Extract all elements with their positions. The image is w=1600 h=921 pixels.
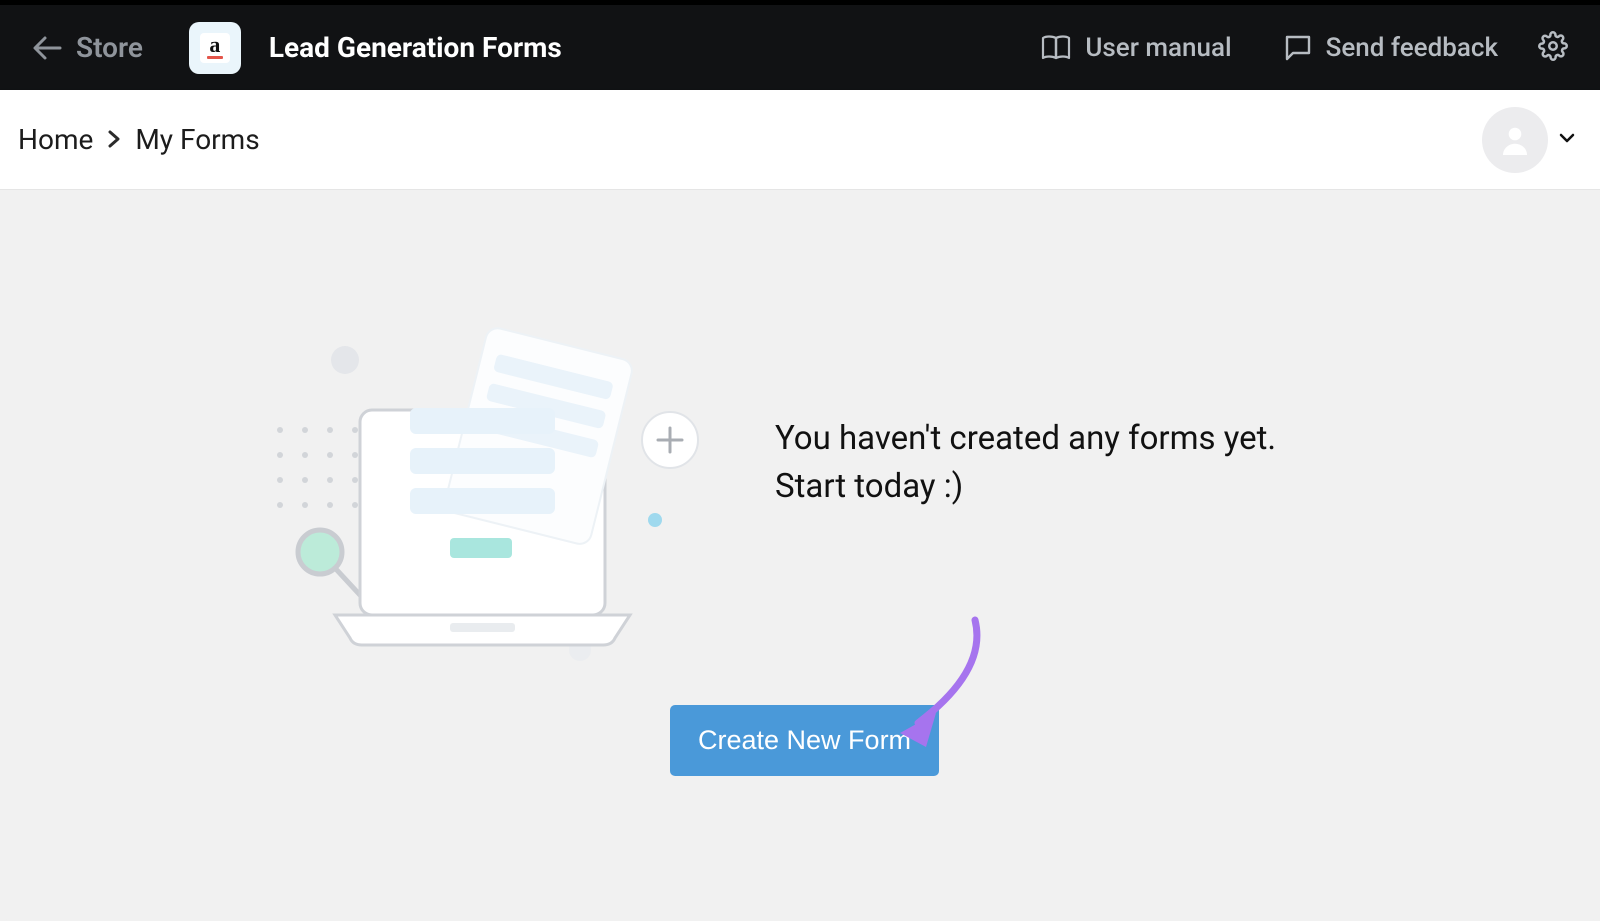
avatar-dropdown-toggle[interactable] xyxy=(1558,130,1576,149)
person-icon xyxy=(1497,122,1533,158)
book-icon xyxy=(1041,34,1071,62)
main-content: You haven't created any forms yet. Start… xyxy=(0,190,1600,921)
sub-header: Home My Forms xyxy=(0,90,1600,190)
breadcrumb-home[interactable]: Home xyxy=(18,123,93,156)
chevron-right-icon xyxy=(107,123,121,156)
send-feedback-label: Send feedback xyxy=(1326,33,1498,63)
arrow-left-icon xyxy=(32,35,62,61)
top-app-bar: Store a Lead Generation Forms User manua… xyxy=(0,0,1600,90)
gear-icon xyxy=(1538,46,1568,65)
chevron-down-icon xyxy=(1558,130,1576,149)
back-to-store-link[interactable]: Store xyxy=(32,31,143,64)
settings-button[interactable] xyxy=(1538,31,1568,65)
breadcrumb-current: My Forms xyxy=(135,123,259,156)
app-title: Lead Generation Forms xyxy=(269,31,562,64)
feedback-icon xyxy=(1284,34,1312,62)
empty-state-line2: Start today :) xyxy=(775,463,1276,511)
empty-state-illustration xyxy=(275,320,725,690)
user-manual-link[interactable]: User manual xyxy=(1041,33,1231,63)
empty-state-message: You haven't created any forms yet. Start… xyxy=(775,415,1276,511)
store-label: Store xyxy=(76,31,143,64)
send-feedback-link[interactable]: Send feedback xyxy=(1284,33,1498,63)
breadcrumb: Home My Forms xyxy=(18,123,260,156)
app-logo-icon: a xyxy=(189,22,241,74)
create-new-form-button[interactable]: Create New Form xyxy=(670,705,939,776)
user-avatar[interactable] xyxy=(1482,107,1548,173)
user-manual-label: User manual xyxy=(1085,33,1231,63)
empty-state-line1: You haven't created any forms yet. xyxy=(775,415,1276,463)
